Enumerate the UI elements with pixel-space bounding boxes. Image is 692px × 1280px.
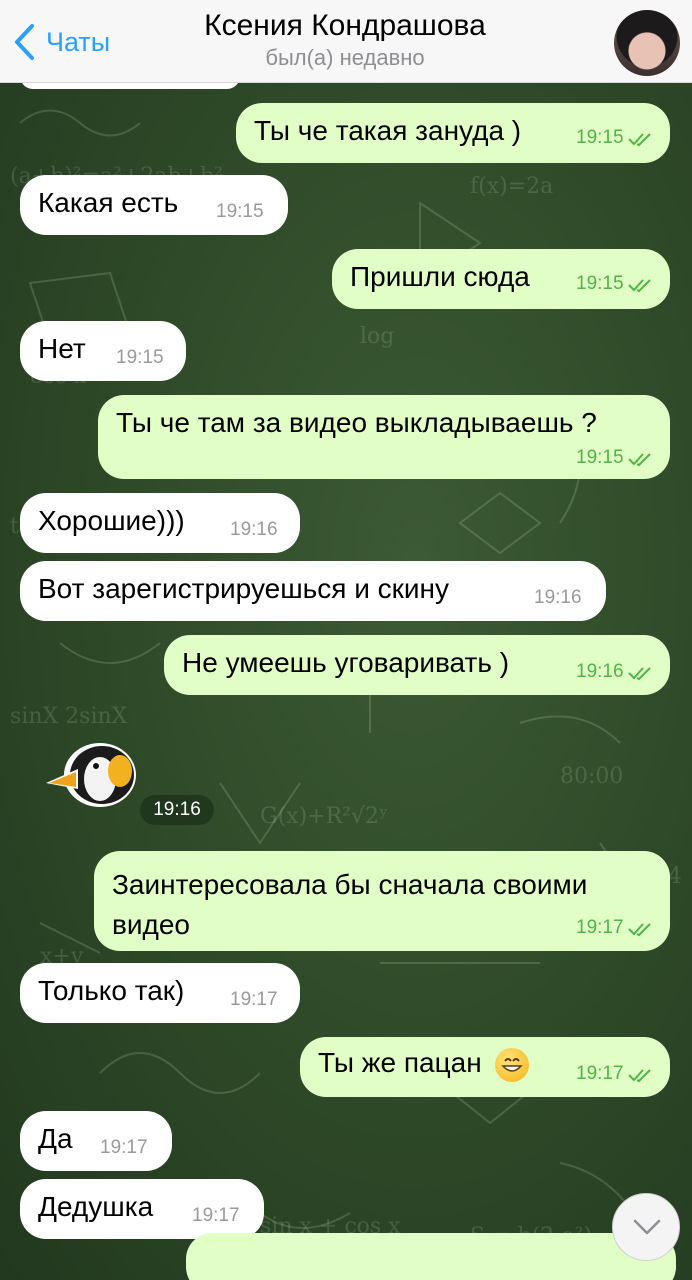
message-time: 19:15 xyxy=(576,273,624,294)
svg-text:sinX 2sinX: sinX 2sinX xyxy=(10,704,128,729)
double-check-icon xyxy=(628,1069,651,1083)
message-bubble-incoming[interactable]: Вот зарегистрируешься и скину 19:16 xyxy=(20,561,606,621)
message-time: 19:16 xyxy=(576,661,624,682)
message-bubble-outgoing[interactable]: Не умеешь уговаривать ) 19:16 xyxy=(164,635,670,695)
message-time: 19:17 xyxy=(100,1137,148,1158)
message-bubble-incoming[interactable]: Дедушка 19:17 xyxy=(20,1179,264,1239)
message-bubble-incoming[interactable]: Да 19:17 xyxy=(20,1111,172,1171)
message-time: 19:15 xyxy=(576,447,624,468)
message-text: Да xyxy=(38,1123,73,1154)
double-check-icon xyxy=(628,279,651,293)
chat-status: был(а) недавно xyxy=(265,45,425,70)
chevron-down-icon xyxy=(633,1219,661,1235)
message-time: 19:16 xyxy=(534,587,582,608)
message-bubble-incoming[interactable]: Какая есть 19:15 xyxy=(20,175,288,235)
message-bubble-outgoing[interactable]: Ты че там за видео выкладываешь ? 19:15 xyxy=(98,395,670,479)
message-text: Пришли сюда xyxy=(350,261,530,292)
contact-avatar[interactable] xyxy=(614,10,680,76)
message-bubble-incoming[interactable]: Хорошие))) 19:16 xyxy=(20,493,300,553)
message-bubble-outgoing[interactable]: Ты че такая зануда ) 19:15 xyxy=(236,103,670,163)
message-bubble-partial[interactable] xyxy=(186,1233,676,1280)
message-text: Заинтересовала бы сначала своими видео xyxy=(112,869,588,940)
message-text: Ты че такая зануда ) xyxy=(254,115,522,146)
double-check-icon xyxy=(628,923,651,937)
message-text: Ты че там за видео выкладываешь ? xyxy=(116,407,597,438)
grinning-face-emoji xyxy=(495,1047,530,1082)
message-time: 19:15 xyxy=(216,201,264,222)
scroll-to-bottom-button[interactable] xyxy=(612,1193,680,1261)
message-time: 19:15 xyxy=(576,127,624,148)
chat-title-area[interactable]: Ксения Кондрашова был(а) недавно xyxy=(150,8,540,72)
message-time: 19:17 xyxy=(230,989,278,1010)
svg-text:80:00: 80:00 xyxy=(560,764,623,789)
message-time: 19:17 xyxy=(192,1205,240,1226)
message-text: Только так) xyxy=(38,975,185,1006)
message-bubble-outgoing[interactable]: Ты же пацан 19:17 xyxy=(300,1037,670,1097)
back-button[interactable]: Чаты xyxy=(12,20,110,64)
message-text: Нет xyxy=(38,333,86,364)
sticker-time: 19:16 xyxy=(140,795,214,825)
message-bubble-partial[interactable] xyxy=(20,83,240,89)
message-text: Хорошие))) xyxy=(38,505,185,536)
chat-title: Ксения Кондрашова xyxy=(204,9,486,42)
message-time: 19:17 xyxy=(576,1063,624,1084)
message-time: 19:15 xyxy=(116,347,164,368)
message-text: Ты же пацан xyxy=(318,1047,482,1078)
penguin-sticker[interactable] xyxy=(44,739,136,809)
message-bubble-incoming[interactable]: Нет 19:15 xyxy=(20,321,186,381)
double-check-icon xyxy=(628,453,651,467)
message-bubble-incoming[interactable]: Только так) 19:17 xyxy=(20,963,300,1023)
message-text: Какая есть xyxy=(38,187,179,218)
message-time: 19:17 xyxy=(576,917,624,938)
message-bubble-outgoing[interactable]: Пришли сюда 19:15 xyxy=(332,249,670,309)
svg-text:f(x)=2a: f(x)=2a xyxy=(470,174,553,199)
message-text: Не умеешь уговаривать ) xyxy=(182,647,510,678)
chat-area[interactable]: (a+b)²=a²+2ab+b² f(x)=2a cos x log y=c·t… xyxy=(0,83,692,1280)
message-bubble-outgoing[interactable]: Заинтересовала бы сначала своими видео 1… xyxy=(94,851,670,951)
message-text: Вот зарегистрируешься и скину xyxy=(38,573,449,604)
message-text: Дедушка xyxy=(38,1191,154,1222)
svg-text:log: log xyxy=(360,324,394,349)
svg-text:G(x)+R²√2ʸ: G(x)+R²√2ʸ xyxy=(260,804,388,829)
message-time: 19:16 xyxy=(230,519,278,540)
double-check-icon xyxy=(628,667,651,681)
chevron-left-icon xyxy=(15,24,34,60)
double-check-icon xyxy=(628,133,651,147)
back-label: Чаты xyxy=(46,26,111,57)
chat-header: Чаты Ксения Кондрашова был(а) недавно xyxy=(0,0,692,83)
